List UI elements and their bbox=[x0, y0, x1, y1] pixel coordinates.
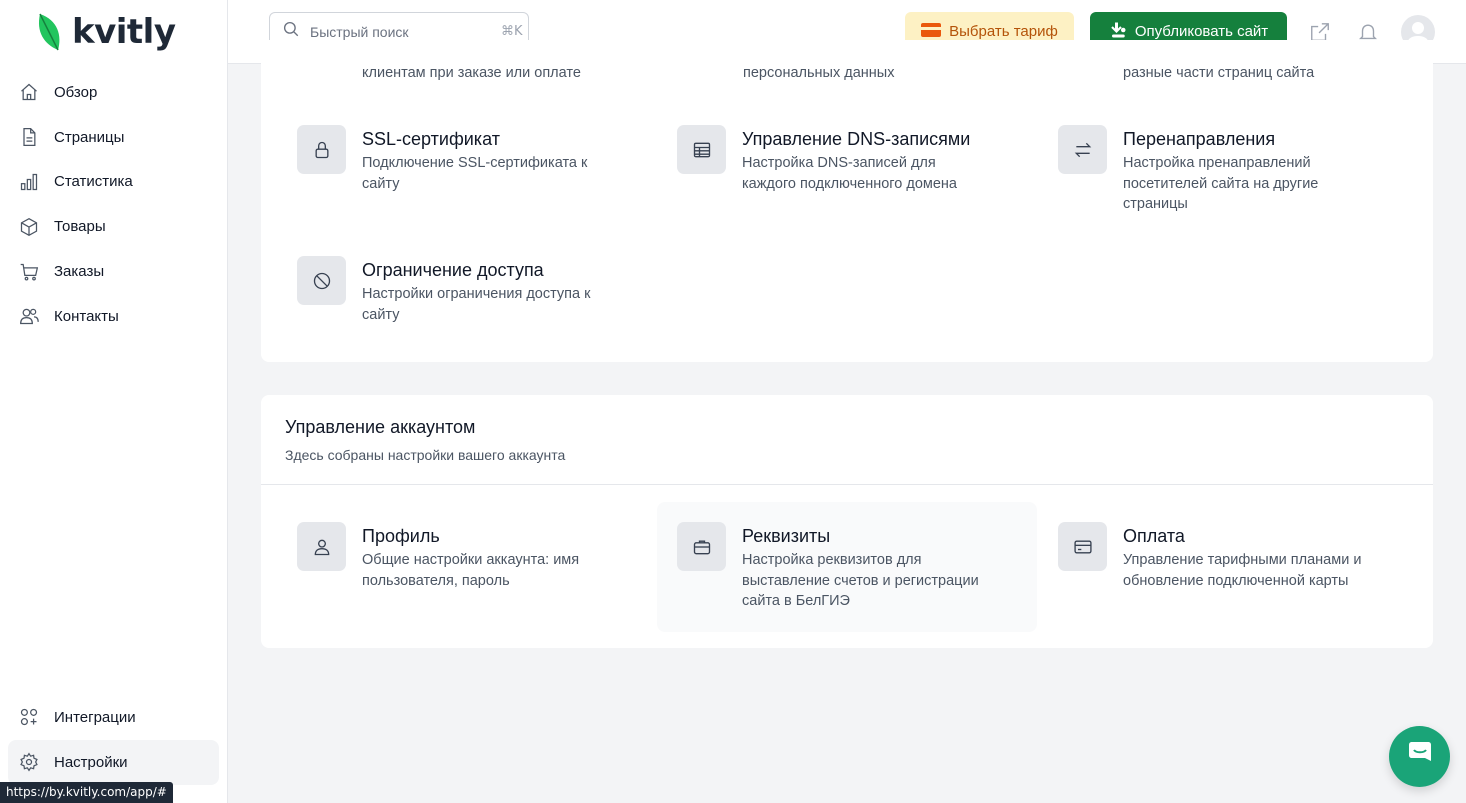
sidebar-item-statistics[interactable]: Статистика bbox=[8, 160, 219, 205]
lock-icon bbox=[297, 125, 346, 174]
payment-tile[interactable]: Оплата Управление тарифными планами и об… bbox=[1022, 502, 1402, 632]
tile-description: Управление тарифными планами и обновлени… bbox=[1123, 552, 1362, 589]
profile-tile[interactable]: Профиль Общие настройки аккаунта: имя по… bbox=[261, 502, 641, 632]
grid-plus-icon bbox=[18, 706, 40, 728]
section-title: Управление аккаунтом bbox=[285, 417, 476, 437]
sidebar-item-label: Контакты bbox=[54, 307, 119, 325]
cart-icon bbox=[18, 261, 40, 283]
home-icon bbox=[18, 81, 40, 103]
chat-widget-button[interactable] bbox=[1389, 726, 1450, 787]
choose-tariff-label: Выбрать тариф bbox=[949, 23, 1058, 40]
bar-chart-icon bbox=[18, 171, 40, 193]
sidebar-item-label: Настройки bbox=[54, 753, 128, 771]
sidebar-item-settings[interactable]: Настройки bbox=[8, 739, 219, 785]
tile-description: Настройки ограничения доступа к сайту bbox=[362, 286, 591, 323]
file-icon bbox=[18, 126, 40, 148]
search-shortcut: ⌘K bbox=[501, 24, 523, 39]
site-settings-card: клиентам при заказе или оплате персональ… bbox=[261, 40, 1433, 362]
tile-desc-cut: разные части страниц сайта bbox=[1123, 65, 1315, 81]
tile-desc-cut: клиентам при заказе или оплате bbox=[362, 65, 581, 81]
dns-records-tile[interactable]: Управление DNS-записями Настройка DNS-за… bbox=[641, 105, 1021, 214]
tile-description: Подключение SSL-сертификата к сайту bbox=[362, 155, 588, 192]
access-restriction-tile[interactable]: Ограничение доступа Настройки ограничени… bbox=[261, 236, 641, 345]
credit-card-icon bbox=[921, 22, 942, 41]
tile-title: Профиль bbox=[362, 526, 440, 546]
sidebar-item-integrations[interactable]: Интеграции bbox=[8, 695, 219, 740]
ssl-certificate-tile[interactable]: SSL-сертификат Подключение SSL-сертифика… bbox=[261, 105, 641, 214]
credit-card-icon bbox=[1058, 522, 1107, 571]
tile-title: SSL-сертификат bbox=[362, 129, 500, 149]
logo-wordmark: kvitly bbox=[72, 12, 176, 52]
briefcase-icon bbox=[677, 522, 726, 571]
tile-title: Ограничение доступа bbox=[362, 260, 544, 280]
tile-title: Перенаправления bbox=[1123, 129, 1276, 149]
redirects-tile[interactable]: Перенаправления Настройка пренаправлений… bbox=[1022, 105, 1402, 235]
tile-description: Настройка DNS-записей для каждого подклю… bbox=[742, 155, 957, 192]
tile-title: Реквизиты bbox=[742, 526, 831, 546]
tile-description: Общие настройки аккаунта: имя пользовате… bbox=[362, 552, 580, 589]
section-subtitle: Здесь собраны настройки вашего аккаунта bbox=[285, 447, 566, 463]
sidebar-item-label: Статистика bbox=[54, 173, 133, 191]
sidebar-item-label: Интеграции bbox=[54, 708, 136, 726]
account-card-header: Управление аккаунтом Здесь собраны настр… bbox=[261, 395, 1433, 485]
search-input[interactable] bbox=[310, 23, 491, 40]
tile-desc-cut: персональных данных bbox=[743, 65, 895, 81]
leaf-logo-icon bbox=[38, 13, 60, 51]
users-icon bbox=[18, 305, 40, 327]
account-settings-card: Управление аккаунтом Здесь собраны настр… bbox=[261, 395, 1433, 648]
arrows-swap-icon bbox=[1058, 125, 1107, 174]
tile-description: Настройка пренаправлений посетителей сай… bbox=[1123, 155, 1319, 212]
logo[interactable]: kvitly bbox=[36, 10, 176, 54]
sidebar-item-overview[interactable]: Обзор bbox=[8, 70, 219, 115]
tile-title: Управление DNS-записями bbox=[742, 129, 971, 149]
sidebar-item-contacts[interactable]: Контакты bbox=[8, 294, 219, 339]
user-icon bbox=[297, 522, 346, 571]
tile-description: Настройка реквизитов для выставление сче… bbox=[742, 552, 979, 609]
sidebar-item-label: Товары bbox=[54, 218, 106, 236]
table-icon bbox=[677, 125, 726, 174]
ban-icon bbox=[297, 256, 346, 305]
sidebar-nav: Обзор Страницы Статистика Товары Заказы bbox=[8, 70, 219, 339]
requisites-tile[interactable]: Реквизиты Настройка реквизитов для выста… bbox=[657, 502, 1037, 632]
sidebar-item-label: Обзор bbox=[54, 83, 98, 101]
sidebar-bottom-nav: Интеграции Настройки bbox=[8, 695, 219, 785]
sidebar-item-orders[interactable]: Заказы bbox=[8, 249, 219, 294]
sidebar: kvitly Обзор Страницы Статистика Товары bbox=[0, 0, 228, 803]
sidebar-item-label: Страницы bbox=[54, 128, 125, 146]
status-bar-url: https://by.kvitly.com/app/# bbox=[0, 782, 173, 803]
box-icon bbox=[18, 216, 40, 238]
gear-icon bbox=[18, 751, 40, 773]
sidebar-item-pages[interactable]: Страницы bbox=[8, 115, 219, 160]
sidebar-item-label: Заказы bbox=[54, 263, 105, 281]
chat-bubble-icon bbox=[1405, 739, 1435, 774]
publish-site-label: Опубликовать сайт bbox=[1134, 23, 1269, 40]
tile-title: Оплата bbox=[1123, 526, 1185, 546]
sidebar-item-products[interactable]: Товары bbox=[8, 204, 219, 249]
